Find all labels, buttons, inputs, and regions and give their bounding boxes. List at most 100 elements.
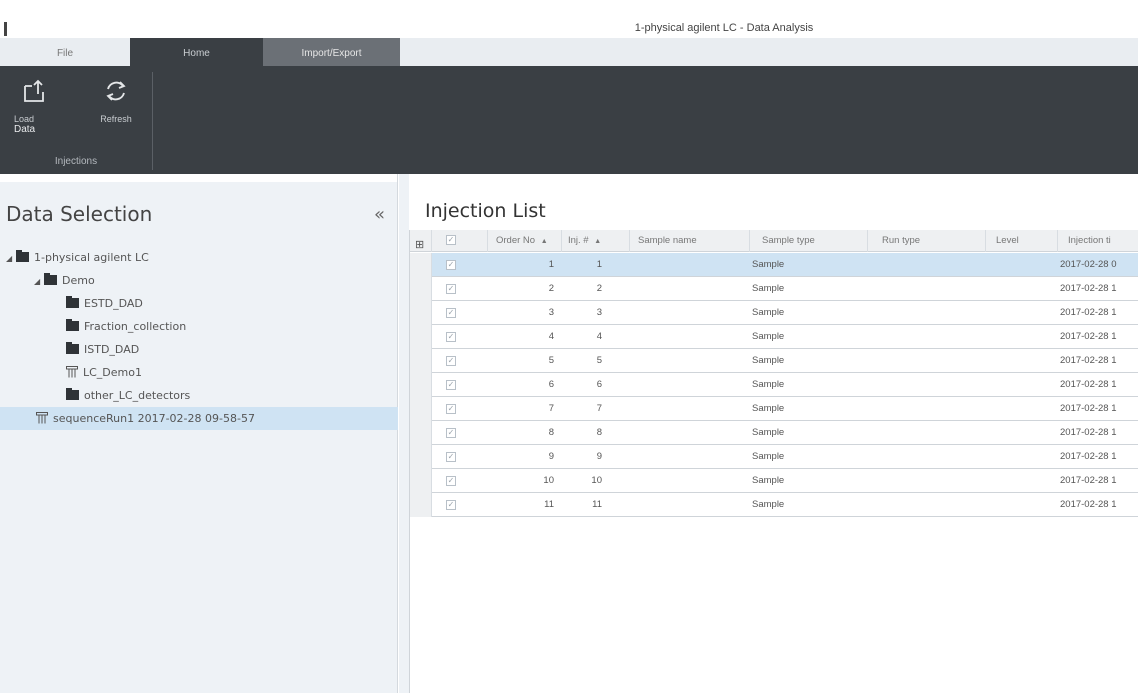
folder-icon <box>66 296 79 308</box>
cell-run-type <box>882 349 982 373</box>
cell-level <box>996 277 1056 301</box>
cell-level <box>996 253 1056 277</box>
row-header[interactable] <box>410 253 432 277</box>
table-row[interactable]: ✓ 1 1 Sample 2017-02-28 0 <box>410 253 1138 277</box>
tree-item-1-physical-agilent-lc[interactable]: ◢ 1-physical agilent LC <box>0 246 398 269</box>
table-row[interactable]: ✓ 5 5 Sample 2017-02-28 1 <box>410 349 1138 373</box>
cell-sample-name <box>638 373 748 397</box>
tab-home[interactable]: Home <box>130 38 263 66</box>
column-header-order-no[interactable]: Order No ▲ <box>488 230 562 252</box>
row-checkbox[interactable]: ✓ <box>446 476 456 486</box>
cell-order-no: 3 <box>548 307 554 318</box>
cell-level <box>996 469 1056 493</box>
panel-top-edge <box>0 174 397 182</box>
row-header[interactable] <box>410 277 432 301</box>
row-checkbox[interactable]: ✓ <box>446 332 456 342</box>
ribbon-tabs: File Home Import/Export <box>0 38 1138 66</box>
refresh-button[interactable]: Refresh <box>88 74 144 154</box>
column-header-injection-time[interactable]: Injection ti <box>1058 230 1138 252</box>
select-all-checkbox[interactable]: ✓ <box>446 235 456 245</box>
folder-icon <box>16 250 29 262</box>
cell-order-no: 6 <box>548 379 554 390</box>
row-checkbox[interactable]: ✓ <box>446 428 456 438</box>
row-header[interactable] <box>410 349 432 373</box>
cell-sample-type: Sample <box>752 499 785 510</box>
cell-sample-name <box>638 349 748 373</box>
table-row[interactable]: ✓ 11 11 Sample 2017-02-28 1 <box>410 493 1138 517</box>
cell-sample-name <box>638 301 748 325</box>
tree-item-other-lc-detectors[interactable]: other_LC_detectors <box>0 384 398 407</box>
cell-inj-no: 2 <box>596 283 602 294</box>
row-checkbox[interactable]: ✓ <box>446 380 456 390</box>
collapse-panel-button[interactable]: « <box>374 204 385 225</box>
row-checkbox[interactable]: ✓ <box>446 284 456 294</box>
expand-icon[interactable]: ◢ <box>34 270 44 293</box>
cell-injection-time: 2017-02-28 1 <box>1060 331 1117 342</box>
row-checkbox[interactable]: ✓ <box>446 356 456 366</box>
cell-level <box>996 349 1056 373</box>
cell-sample-type: Sample <box>752 331 785 342</box>
sort-icon: ▲ <box>540 238 548 245</box>
cell-sample-name <box>638 325 748 349</box>
row-header[interactable] <box>410 421 432 445</box>
tree-item-lc-demo1[interactable]: LC_Demo1 <box>0 361 398 384</box>
cell-injection-time: 2017-02-28 1 <box>1060 355 1117 366</box>
data-selection-title: Data Selection <box>6 202 153 226</box>
row-header[interactable] <box>410 493 432 517</box>
ribbon-group-label: Injections <box>54 156 98 167</box>
splitter[interactable] <box>399 174 409 693</box>
folder-icon <box>66 388 79 400</box>
expand-icon[interactable]: ◢ <box>6 247 16 270</box>
column-chooser-icon[interactable]: ⊞ <box>415 234 424 252</box>
load-data-button[interactable]: Load Data <box>12 74 58 154</box>
column-header-inj-no[interactable]: Inj. # ▲ <box>562 230 630 252</box>
column-header-run-type[interactable]: Run type <box>868 230 986 252</box>
cell-inj-no: 1 <box>596 259 602 270</box>
tree-item-label: Demo <box>62 274 95 287</box>
cell-run-type <box>882 493 982 517</box>
row-header[interactable] <box>410 373 432 397</box>
table-row[interactable]: ✓ 7 7 Sample 2017-02-28 1 <box>410 397 1138 421</box>
cell-run-type <box>882 445 982 469</box>
table-row[interactable]: ✓ 2 2 Sample 2017-02-28 1 <box>410 277 1138 301</box>
cell-inj-no: 11 <box>592 499 602 510</box>
row-checkbox[interactable]: ✓ <box>446 404 456 414</box>
row-checkbox[interactable]: ✓ <box>446 452 456 462</box>
row-checkbox[interactable]: ✓ <box>446 308 456 318</box>
row-header[interactable] <box>410 325 432 349</box>
row-header[interactable] <box>410 469 432 493</box>
column-header-sample-type[interactable]: Sample type <box>750 230 868 252</box>
row-header[interactable] <box>410 397 432 421</box>
tab-file[interactable]: File <box>0 38 130 66</box>
row-checkbox[interactable]: ✓ <box>446 500 456 510</box>
table-row[interactable]: ✓ 6 6 Sample 2017-02-28 1 <box>410 373 1138 397</box>
tab-import-export[interactable]: Import/Export <box>263 38 400 66</box>
cell-level <box>996 301 1056 325</box>
table-row[interactable]: ✓ 10 10 Sample 2017-02-28 1 <box>410 469 1138 493</box>
cell-order-no: 4 <box>548 331 554 342</box>
tree-item-istd-dad[interactable]: ISTD_DAD <box>0 338 398 361</box>
header-select-all: ✓ <box>432 230 488 252</box>
table-row[interactable]: ✓ 8 8 Sample 2017-02-28 1 <box>410 421 1138 445</box>
title-bar: 1-physical agilent LC - Data Analysis <box>0 0 1138 38</box>
table-row[interactable]: ✓ 4 4 Sample 2017-02-28 1 <box>410 325 1138 349</box>
cell-order-no: 10 <box>543 475 554 486</box>
tree-item-sequencerun1[interactable]: sequenceRun1 2017-02-28 09-58-57 <box>0 407 398 430</box>
tree-item-label: ISTD_DAD <box>84 343 140 356</box>
column-header-level[interactable]: Level <box>986 230 1058 252</box>
row-checkbox[interactable]: ✓ <box>446 260 456 270</box>
tree-item-estd-dad[interactable]: ESTD_DAD <box>0 292 398 315</box>
cell-run-type <box>882 277 982 301</box>
injection-grid: ⊞ ✓ Order No ▲ Inj. # ▲ Sample name Samp… <box>409 230 1138 693</box>
tree-item-demo[interactable]: ◢ Demo <box>0 269 398 292</box>
row-header[interactable] <box>410 445 432 469</box>
table-row[interactable]: ✓ 3 3 Sample 2017-02-28 1 <box>410 301 1138 325</box>
tree-item-fraction-collection[interactable]: Fraction_collection <box>0 315 398 338</box>
table-row[interactable]: ✓ 9 9 Sample 2017-02-28 1 <box>410 445 1138 469</box>
column-header-sample-name[interactable]: Sample name <box>630 230 750 252</box>
sequence-icon <box>36 412 48 424</box>
row-header[interactable] <box>410 301 432 325</box>
cell-inj-no: 3 <box>596 307 602 318</box>
cell-level <box>996 325 1056 349</box>
cell-order-no: 5 <box>548 355 554 366</box>
